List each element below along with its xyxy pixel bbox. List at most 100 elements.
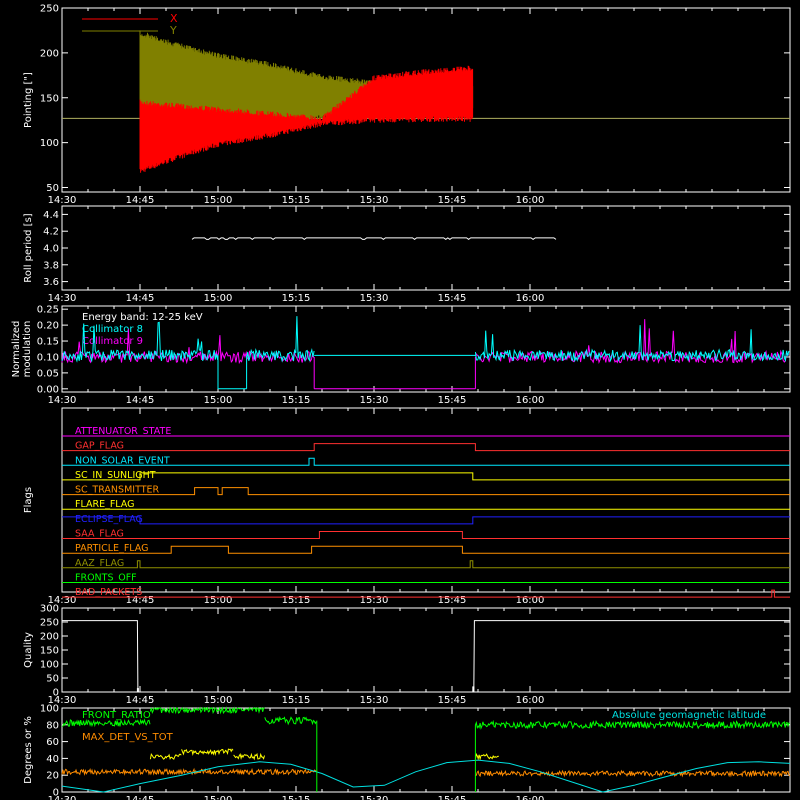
x-tick-label: 14:30 <box>48 395 77 406</box>
y-tick-label: 0.15 <box>37 337 59 348</box>
y-tick-label: 150 <box>40 646 59 657</box>
x-tick-label: 14:30 <box>48 293 77 304</box>
legend-label-geomagnetic-latitude: Absolute geomagnetic latitude <box>612 710 766 721</box>
flag-label-bad-packets: BAD_PACKETS <box>75 587 142 598</box>
flag-line-saa-flag <box>62 531 790 539</box>
flag-line-gap-flag <box>62 443 790 452</box>
y-tick-label: 250 <box>40 4 59 15</box>
flag-label-aaz-flag: AAZ_FLAG <box>75 558 124 569</box>
panel-frame <box>61 205 791 291</box>
y-axis-label: Quality <box>23 632 34 668</box>
x-tick-label: 15:45 <box>438 695 467 706</box>
x-tick-label: 16:00 <box>516 795 545 800</box>
legend-label-max-det-vs-tot: MAX_DET_VS_TOT <box>82 732 174 743</box>
x-tick-label: 15:30 <box>360 795 389 800</box>
y-tick-label: 40 <box>46 754 59 765</box>
y-tick-label: 250 <box>40 618 59 629</box>
x-tick-label: 15:15 <box>282 795 311 800</box>
quality-line <box>62 620 790 693</box>
x-tick-label: 16:00 <box>516 195 545 206</box>
y-tick-label: 100 <box>40 704 59 715</box>
y-tick-label: 0 <box>53 788 59 799</box>
y-tick-label: 0.10 <box>37 352 59 363</box>
x-tick-label: 14:45 <box>126 695 155 706</box>
flag-line-eclipse-flag <box>62 516 790 525</box>
roll-period-line <box>191 237 557 241</box>
y-tick-label: 3.6 <box>43 277 59 288</box>
legend-label-y: Y <box>169 24 177 37</box>
x-tick-label: 15:00 <box>204 695 233 706</box>
x-tick-label: 15:45 <box>438 195 467 206</box>
y-tick-label: 0.25 <box>37 305 59 316</box>
panel-6: 14:3014:4515:0015:1515:3015:4516:0002040… <box>23 704 791 800</box>
energy-band-annotation: Energy band: 12-25 keV <box>82 312 203 323</box>
flag-line-sc-in-sunlight <box>62 472 790 481</box>
flag-label-fronts-off: FRONTS_OFF <box>75 572 137 583</box>
legend-label-front-ratio: FRONT_RATIO <box>82 710 151 721</box>
flag-label-attenuator-state: ATTENUATOR_STATE <box>75 426 171 437</box>
x-tick-label: 15:30 <box>360 195 389 206</box>
x-tick-label: 15:00 <box>204 395 233 406</box>
x-tick-label: 14:45 <box>126 195 155 206</box>
x-tick-label: 15:00 <box>204 293 233 304</box>
y-tick-label: 80 <box>46 720 59 731</box>
x-tick-label: 15:00 <box>204 795 233 800</box>
x-tick-label: 15:30 <box>360 293 389 304</box>
multi-panel-chart: 14:30 14:45 15:00 15:15 15:30 15:45 16:00 50 100… <box>11 4 791 800</box>
flag-label-saa-flag: SAA_FLAG <box>75 529 124 540</box>
y-tick-label: 100 <box>40 660 59 671</box>
y-tick-label: 4.4 <box>43 210 59 221</box>
y-axis-label: modulation <box>22 321 33 378</box>
x-tick-label: 15:45 <box>438 795 467 800</box>
flag-label-flare-flag: FLARE_FLAG <box>75 499 135 510</box>
x-tick-label: 15:00 <box>204 195 233 206</box>
chart-stage: 14:30 14:45 15:00 15:15 15:30 15:45 16:00 50 100… <box>0 0 800 800</box>
x-tick-label: 15:30 <box>360 695 389 706</box>
series-unnamed-1 <box>149 748 499 761</box>
flag-label-eclipse-flag: ECLIPSE_FLAG <box>75 514 143 525</box>
y-tick-label: 100 <box>40 138 59 149</box>
y-tick-label: 150 <box>40 93 59 104</box>
panel-5: 14:30 14:45 15:00 15:15 15:30 15:45 16:0005010… <box>23 604 791 706</box>
x-tick-label: 14:30 <box>48 195 77 206</box>
flag-label-particle-flag: PARTICLE_FLAG <box>75 543 148 554</box>
flag-line-aaz-flag <box>62 560 790 569</box>
panel-4: 14:30 14:45 15:00 15:15 15:30 15:45 16:00Flags… <box>23 407 791 606</box>
x-tick-label: 15:15 <box>282 395 311 406</box>
flag-line-non-solar-event <box>62 457 790 466</box>
y-tick-label: 4.0 <box>43 244 59 255</box>
flag-line-sc-transmitter <box>62 487 790 496</box>
x-tick-label: 15:15 <box>282 293 311 304</box>
legend-label-collimator-8: Collimator 8 <box>82 324 143 335</box>
x-tick-label: 16:00 <box>516 695 545 706</box>
x-tick-label: 16:00 <box>516 395 545 406</box>
y-tick-label: 200 <box>40 632 59 643</box>
flag-label-non-solar-event: NON_SOLAR_EVENT <box>75 455 170 466</box>
x-tick-label: 15:15 <box>282 195 311 206</box>
flag-label-sc-transmitter: SC_TRANSMITTER <box>75 485 160 496</box>
flag-label-sc-in-sunlight: SC_IN_SUNLIGHT <box>75 470 156 481</box>
panel-1: 14:30 14:45 15:00 15:15 15:30 15:45 16:00 50 100… <box>23 4 791 206</box>
x-tick-label: 16:00 <box>516 293 545 304</box>
y-tick-label: 60 <box>46 737 59 748</box>
flag-label-gap-flag: GAP_FLAG <box>75 441 124 452</box>
y-axis-label: Degrees or % <box>23 716 34 784</box>
series-collimator-8 <box>61 316 790 390</box>
panel-2: 14:30 14:45 15:00 15:15 15:30 15:45 16:00 3.6 3.… <box>23 205 791 304</box>
y-tick-label: 0.00 <box>37 384 59 395</box>
x-tick-label: 14:45 <box>126 795 155 800</box>
y-tick-label: 200 <box>40 48 59 59</box>
y-tick-label: 300 <box>40 604 59 615</box>
y-tick-label: 0.20 <box>37 321 59 332</box>
y-tick-label: 4.2 <box>43 227 59 238</box>
y-tick-label: 0 <box>53 688 59 699</box>
y-tick-label: 20 <box>46 771 59 782</box>
y-axis-label: Normalized <box>11 321 22 378</box>
y-axis-label: Flags <box>23 487 34 513</box>
y-tick-label: 50 <box>46 674 59 685</box>
y-tick-label: 50 <box>46 183 59 194</box>
y-axis-label: Roll period [s] <box>23 213 34 282</box>
legend-label-collimator-9: Collimator 9 <box>82 336 143 347</box>
x-tick-label: 15:45 <box>438 395 467 406</box>
y-tick-label: 3.8 <box>43 260 59 271</box>
